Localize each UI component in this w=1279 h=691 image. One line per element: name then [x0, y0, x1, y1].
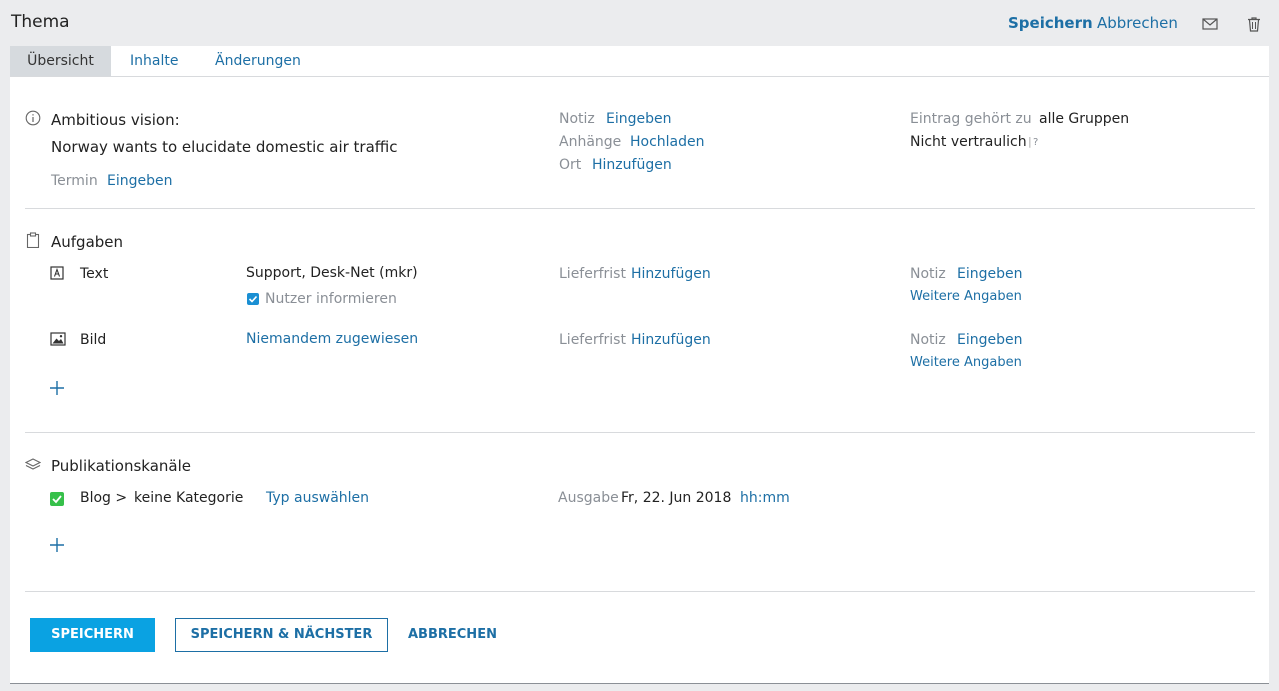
eintrag-value[interactable]: alle Gruppen — [1039, 111, 1129, 127]
edition-label: Ausgabe — [558, 490, 619, 506]
notiz-input-link[interactable]: Eingeben — [606, 111, 671, 127]
save-button[interactable]: SPEICHERN — [30, 618, 155, 652]
notify-label[interactable]: Nutzer informieren — [265, 291, 397, 307]
task-type: Text — [80, 266, 109, 282]
confidential-status[interactable]: Nicht vertraulich — [910, 134, 1027, 150]
ort-add-link[interactable]: Hinzufügen — [592, 157, 672, 173]
story-subtitle: Norway wants to elucidate domestic air t… — [51, 138, 398, 156]
tab-inhalte[interactable]: Inhalte — [130, 46, 178, 76]
deadline-label: Lieferfrist — [559, 332, 626, 348]
header-save-button[interactable]: Speichern — [1008, 14, 1093, 32]
eintrag-label: Eintrag gehört zu — [910, 111, 1032, 127]
anhaenge-label: Anhänge — [559, 134, 622, 150]
layers-icon — [24, 457, 42, 473]
deadline-add-link[interactable]: Hinzufügen — [631, 266, 711, 282]
tasks-heading: Aufgaben — [51, 233, 124, 251]
divider — [25, 432, 1255, 433]
task-assignee[interactable]: Support, Desk-Net (mkr) — [246, 265, 418, 281]
trash-icon[interactable] — [1246, 16, 1262, 32]
cancel-button[interactable]: ABBRECHEN — [408, 627, 497, 642]
page-title: Thema — [11, 12, 70, 32]
story-title: Ambitious vision: — [51, 111, 180, 129]
more-details-link[interactable]: Weitere Angaben — [910, 289, 1022, 304]
termin-input-link[interactable]: Eingeben — [107, 173, 172, 189]
channel-checkbox[interactable] — [50, 492, 64, 506]
channels-heading: Publikationskanäle — [51, 457, 192, 475]
add-task-plus-icon[interactable] — [49, 380, 65, 396]
divider — [25, 591, 1255, 592]
tab-bar: Übersicht Inhalte Änderungen — [10, 46, 1269, 77]
edition-time-input[interactable]: hh:mm — [740, 490, 790, 506]
task-note-label: Notiz — [910, 266, 946, 282]
termin-label: Termin — [51, 173, 98, 189]
task-note-link[interactable]: Eingeben — [957, 332, 1022, 348]
deadline-add-link[interactable]: Hinzufügen — [631, 332, 711, 348]
header-cancel-button[interactable]: Abbrechen — [1097, 14, 1178, 32]
task-note-link[interactable]: Eingeben — [957, 266, 1022, 282]
save-next-button[interactable]: SPEICHERN & NÄCHSTER — [175, 618, 388, 652]
assign-link[interactable]: Niemandem zugewiesen — [246, 331, 418, 347]
task-type: Bild — [80, 332, 107, 348]
tab-uebersicht[interactable]: Übersicht — [10, 46, 111, 76]
divider — [25, 208, 1255, 209]
tab-aenderungen[interactable]: Änderungen — [215, 46, 301, 76]
clipboard-icon — [25, 232, 41, 249]
edition-date[interactable]: Fr, 22. Jun 2018 — [621, 490, 731, 506]
deadline-label: Lieferfrist — [559, 266, 626, 282]
info-icon — [25, 110, 41, 126]
ort-label: Ort — [559, 157, 582, 173]
main-panel: Übersicht Inhalte Änderungen Ambitious v… — [10, 46, 1269, 684]
notiz-label: Notiz — [559, 111, 595, 127]
select-type-link[interactable]: Typ auswählen — [266, 490, 369, 506]
notify-checkbox[interactable] — [247, 293, 259, 305]
upload-link[interactable]: Hochladen — [630, 134, 705, 150]
add-channel-plus-icon[interactable] — [49, 537, 65, 553]
help-separator: | — [1028, 135, 1032, 148]
text-task-icon — [50, 266, 64, 280]
help-icon[interactable]: ? — [1033, 137, 1038, 148]
more-details-link[interactable]: Weitere Angaben — [910, 355, 1022, 370]
channel-category[interactable]: keine Kategorie — [134, 490, 243, 506]
channel-name: Blog > — [80, 490, 128, 506]
task-note-label: Notiz — [910, 332, 946, 348]
image-task-icon — [50, 332, 66, 346]
mail-icon[interactable] — [1202, 16, 1218, 32]
